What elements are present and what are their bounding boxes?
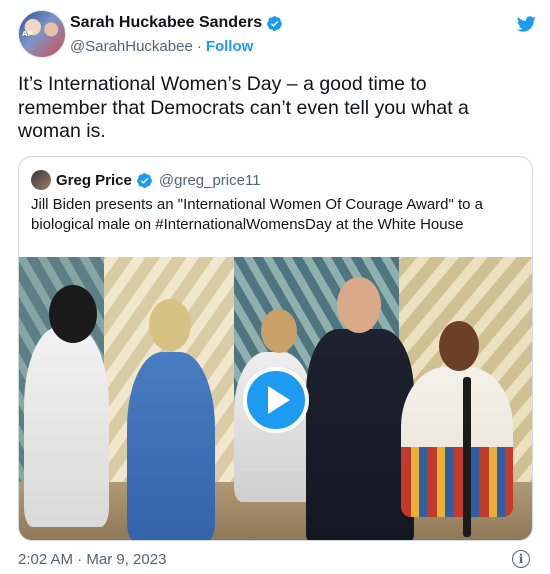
tweet-text: It’s International Women’s Day – a good … <box>18 73 469 142</box>
person-figure <box>127 352 215 540</box>
author-avatar[interactable]: AP <box>18 10 66 58</box>
quoted-tweet-text: Jill Biden presents an "International Wo… <box>31 196 484 233</box>
microphone-stand <box>463 377 471 537</box>
author-display-name[interactable]: Sarah Huckabee Sanders <box>70 14 262 32</box>
verified-badge-icon <box>267 15 283 31</box>
tweet-timestamp[interactable]: 2:02 AM · Mar 9, 2023 <box>18 551 166 568</box>
play-icon <box>268 386 290 414</box>
separator-dot: · <box>196 38 202 55</box>
author-handle[interactable]: @SarahHuckabee <box>70 38 193 55</box>
author-name-line: Sarah Huckabee Sanders <box>70 14 283 32</box>
play-button[interactable] <box>243 367 309 433</box>
follow-button[interactable]: Follow <box>206 38 254 55</box>
tweet-header: AP Sarah Huckabee Sanders @SarahHuckabee… <box>18 10 538 62</box>
author-handle-line: @SarahHuckabee · Follow <box>70 38 253 55</box>
quoted-author-handle[interactable]: @greg_price11 <box>159 172 261 189</box>
person-head <box>439 321 479 371</box>
person-head <box>49 285 97 343</box>
quoted-tweet-header: Greg Price @greg_price11 <box>31 170 261 190</box>
person-figure <box>306 329 414 540</box>
quoted-author-name[interactable]: Greg Price <box>56 172 132 189</box>
person-head <box>261 309 297 353</box>
person-figure <box>24 327 109 527</box>
video-thumbnail[interactable] <box>19 257 532 540</box>
person-head <box>149 299 191 351</box>
verified-badge-icon <box>136 172 152 188</box>
quoted-author-avatar[interactable] <box>31 170 51 190</box>
avatar-text: AP <box>22 30 33 38</box>
person-head <box>337 277 381 333</box>
dress-pattern <box>401 447 513 517</box>
info-icon[interactable]: i <box>512 550 530 568</box>
twitter-bird-icon[interactable] <box>514 14 538 34</box>
quoted-tweet[interactable]: Greg Price @greg_price11 Jill Biden pres… <box>18 156 533 541</box>
